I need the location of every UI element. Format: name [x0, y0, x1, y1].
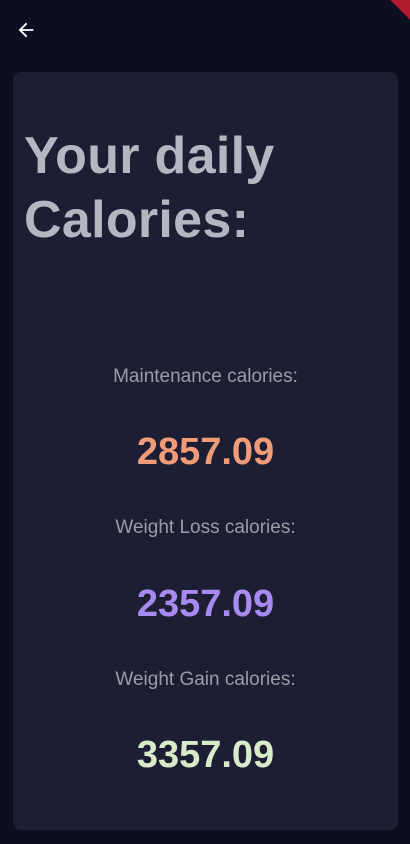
weight-gain-label: Weight Gain calories:: [115, 669, 296, 690]
back-button[interactable]: [10, 14, 42, 46]
maintenance-value: 2857.09: [136, 431, 275, 473]
debug-banner: [390, 0, 410, 20]
arrow-back-icon: [18, 22, 34, 38]
maintenance-label: Maintenance calories:: [113, 366, 298, 387]
weight-loss-label: Weight Loss calories:: [115, 517, 296, 538]
calories-card: Your daily Calories: Maintenance calorie…: [13, 72, 398, 830]
app-bar: [0, 0, 410, 60]
weight-gain-value: 3357.09: [136, 734, 275, 776]
weight-loss-value: 2357.09: [136, 583, 275, 625]
page-title: Your daily Calories:: [24, 127, 275, 249]
